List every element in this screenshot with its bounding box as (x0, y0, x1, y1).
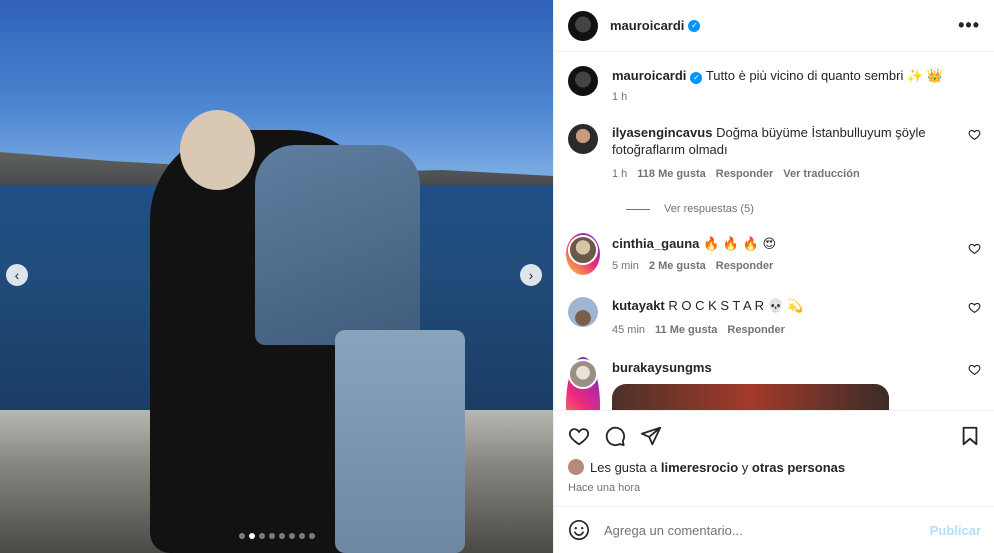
comment-username[interactable]: ilyasengincavus (612, 125, 712, 140)
comment-media-thumbnail[interactable] (612, 384, 889, 410)
verified-badge-icon: ✓ (690, 72, 703, 84)
comment-item: kutayakt R O C K S T A R 💀 💫 45 min 11 M… (568, 297, 981, 339)
comment-item: ilyasengincavus Doğma büyüme İstanbulluy… (568, 124, 981, 183)
comment-avatar[interactable] (568, 297, 598, 327)
liker-username[interactable]: limeresrocio (661, 460, 738, 475)
post-header: mauroicardi ✓ ••• (554, 0, 994, 52)
reply-button[interactable]: Responder (727, 322, 784, 339)
reply-button[interactable]: Responder (716, 258, 773, 275)
caption: mauroicardi ✓ Tutto è più vicino di quant… (568, 66, 981, 106)
heart-icon[interactable] (968, 363, 981, 376)
carousel-dot (288, 533, 295, 539)
share-icon[interactable] (640, 425, 662, 447)
comment-avatar (568, 235, 598, 265)
comment-username[interactable]: cinthia_gauna (612, 236, 699, 251)
comment-username[interactable]: kutayakt (612, 298, 665, 313)
comment-likes[interactable]: 11 Me gusta (655, 322, 717, 339)
comment-input[interactable] (604, 522, 930, 538)
comment-username[interactable]: burakaysungms (612, 360, 712, 375)
post-image[interactable]: ‹ › (0, 0, 553, 553)
comment-bubble-icon[interactable] (604, 425, 626, 447)
comment-likes[interactable]: 2 Me gusta (649, 258, 706, 275)
carousel-dot (268, 533, 275, 539)
image-person-2-jacket (255, 145, 420, 345)
reply-button[interactable]: Responder (716, 166, 773, 183)
heart-icon[interactable] (968, 128, 981, 141)
comment-item: cinthia_gauna 🔥 🔥 🔥 😍 5 min 2 Me gusta R… (566, 233, 981, 275)
image-head (180, 110, 255, 190)
carousel-dot (248, 533, 255, 539)
author-avatar[interactable] (568, 10, 598, 41)
carousel-next-button[interactable]: › (520, 264, 542, 286)
like-heart-icon[interactable] (568, 425, 590, 447)
carousel-dot (298, 533, 305, 539)
caption-username[interactable]: mauroicardi (612, 68, 686, 83)
liker-avatar (568, 459, 584, 475)
comment-item: burakaysungms (566, 357, 981, 410)
carousel-dots (0, 533, 553, 539)
caption-avatar[interactable] (568, 66, 598, 96)
image-person-2-jeans (335, 330, 465, 553)
translate-button[interactable]: Ver traducción (783, 166, 859, 183)
carousel-dot (308, 533, 315, 539)
likes-prefix: Les gusta a (590, 459, 658, 475)
carousel-prev-button[interactable]: ‹ (6, 264, 28, 286)
comments-list[interactable]: mauroicardi ✓ Tutto è più vicino di quant… (554, 52, 994, 410)
carousel-dot (258, 533, 265, 539)
publish-button[interactable]: Publicar (930, 523, 981, 538)
comment-avatar[interactable] (568, 124, 598, 154)
more-options-icon[interactable]: ••• (958, 15, 980, 36)
heart-icon[interactable] (968, 242, 981, 255)
post-actions: Les gusta a limeresrocio y otras persona… (554, 410, 994, 494)
post-dialog: ‹ › mauroicardi ✓ ••• mauroicardi ✓ Tutto… (0, 0, 994, 553)
comment-text: R O C K S T A R 💀 💫 (668, 298, 804, 313)
comment-time[interactable]: 1 h (612, 166, 627, 183)
carousel-dot (278, 533, 285, 539)
post-side-panel: mauroicardi ✓ ••• mauroicardi ✓ Tutto è p… (553, 0, 994, 553)
likes-summary[interactable]: Les gusta a limeresrocio y otras persona… (568, 459, 981, 475)
story-ring[interactable] (566, 233, 600, 275)
carousel-dot (238, 533, 245, 539)
likes-others[interactable]: otras personas (752, 460, 845, 475)
comment-text: 🔥 🔥 🔥 😍 (703, 236, 776, 251)
likes-middle: y (741, 459, 749, 475)
comment-time[interactable]: 5 min (612, 258, 639, 275)
emoji-icon[interactable] (568, 519, 590, 541)
view-replies-label: Ver respuestas (5) (664, 203, 754, 215)
caption-time[interactable]: 1 h (612, 89, 627, 106)
comment-avatar (568, 359, 598, 389)
view-replies-button[interactable]: Ver respuestas (5) (626, 203, 981, 215)
post-timestamp[interactable]: Hace una hora (568, 482, 981, 494)
comment-time[interactable]: 45 min (612, 322, 645, 339)
verified-badge-icon: ✓ (688, 19, 701, 32)
story-ring[interactable] (566, 357, 600, 410)
heart-icon[interactable] (968, 301, 981, 314)
replies-divider (626, 208, 650, 210)
caption-text: Tutto è più vicino di quanto sembri ✨ 👑 (705, 68, 943, 83)
comment-likes[interactable]: 118 Me gusta (637, 166, 705, 183)
author-username[interactable]: mauroicardi (610, 18, 684, 33)
add-comment-bar: Publicar (554, 506, 994, 553)
bookmark-icon[interactable] (959, 425, 981, 447)
